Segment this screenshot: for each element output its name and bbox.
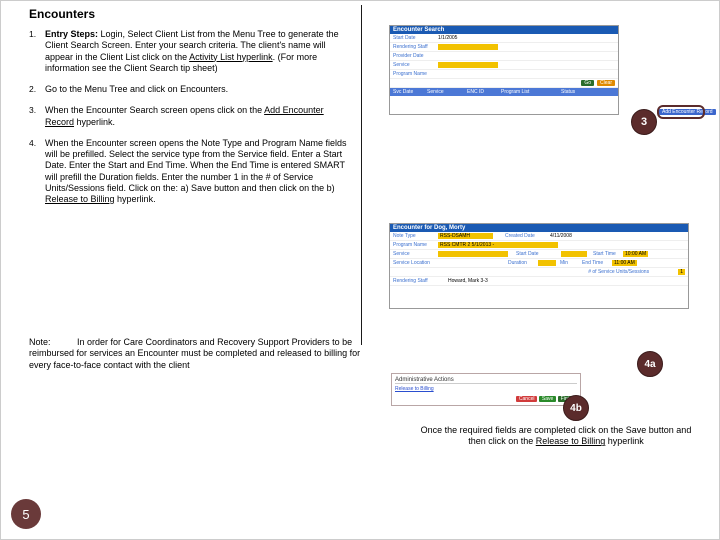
encounter-search-screenshot: Encounter Search Start Date1/1/2005 Rend… <box>389 25 619 115</box>
instruction-steps: 1. Entry Steps: Login, Select Client Lis… <box>29 29 349 215</box>
step-2: 2. Go to the Menu Tree and click on Enco… <box>29 84 349 95</box>
activity-list-link: Activity List hyperlink <box>189 52 273 62</box>
page-number: 5 <box>11 499 41 529</box>
step-3: 3. When the Encounter Search screen open… <box>29 105 349 128</box>
bottom-caption: Once the required fields are completed c… <box>411 425 701 448</box>
vertical-divider <box>361 5 362 345</box>
page-title: Encounters <box>29 7 95 21</box>
clear-button[interactable]: Clear <box>597 80 615 86</box>
encounter-form-header: Encounter for Dog, Morty <box>390 224 688 232</box>
admin-actions-panel: Administrative Actions Release to Billin… <box>391 373 581 406</box>
client-table-header: Svc Date Service ENC ID Program List Sta… <box>390 88 618 96</box>
callout-3-ring <box>657 105 705 119</box>
encounter-form-screenshot: Encounter for Dog, Morty Note TypeRSS-DS… <box>389 223 689 309</box>
note-block: Note: In order for Care Coordinators and… <box>29 337 369 371</box>
save-button[interactable]: Save <box>539 396 556 402</box>
cancel-button[interactable]: Cancel <box>516 396 538 402</box>
go-button[interactable]: Go <box>581 80 594 86</box>
callout-4b: 4b <box>563 395 589 421</box>
step-1: 1. Entry Steps: Login, Select Client Lis… <box>29 29 349 74</box>
release-to-billing-link: Release to Billing <box>45 194 115 204</box>
callout-3: 3 <box>631 109 657 135</box>
callout-4a: 4a <box>637 351 663 377</box>
release-to-billing-action[interactable]: Release to Billing <box>395 386 577 392</box>
step-4: 4. When the Encounter screen opens the N… <box>29 138 349 206</box>
encounter-search-header: Encounter Search <box>390 26 618 34</box>
